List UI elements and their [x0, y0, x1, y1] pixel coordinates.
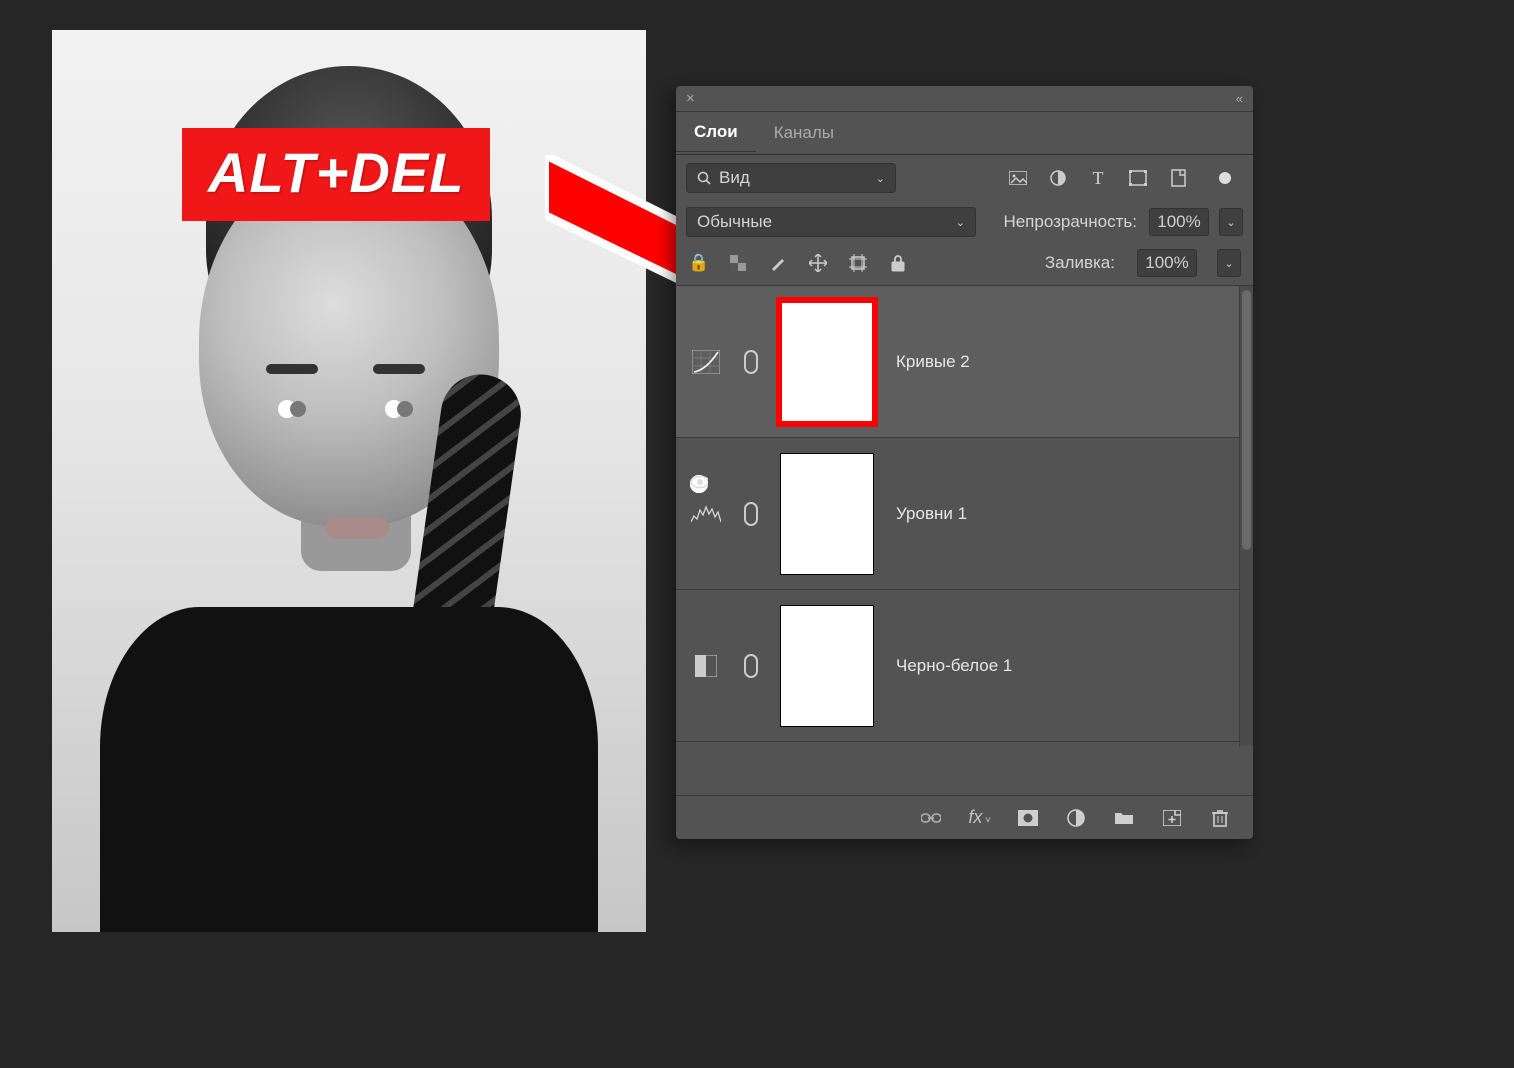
lock-all-icon[interactable] [887, 252, 909, 274]
mask-link-icon[interactable] [744, 654, 758, 678]
blend-mode-select[interactable]: Обычные ⌄ [686, 207, 976, 237]
bw-adjustment-icon[interactable] [690, 652, 722, 680]
new-adjustment-icon[interactable] [1065, 807, 1087, 829]
levels-adjustment-icon[interactable] [690, 500, 722, 528]
close-icon[interactable]: × [686, 90, 695, 107]
layers-panel: × « Слои Каналы Вид ⌄ T Обычные ⌄ [676, 86, 1253, 839]
layers-panel-footer: fx ˅ [676, 795, 1253, 839]
mask-link-icon[interactable] [744, 502, 758, 526]
chevron-down-icon: ⌄ [956, 216, 965, 229]
lock-label: 🔒 [688, 253, 709, 273]
opacity-value[interactable]: 100% [1149, 208, 1209, 236]
layer-row[interactable]: Кривые 2 [676, 286, 1253, 438]
filter-text-icon[interactable]: T [1087, 167, 1109, 189]
filter-pixel-icon[interactable] [1007, 167, 1029, 189]
lock-brush-icon[interactable] [767, 252, 789, 274]
layer-name[interactable]: Кривые 2 [896, 352, 970, 372]
lock-artboard-icon[interactable] [847, 252, 869, 274]
new-group-icon[interactable] [1113, 807, 1135, 829]
lock-pixels-icon[interactable] [727, 252, 749, 274]
delete-layer-icon[interactable] [1209, 807, 1231, 829]
layer-mask-thumbnail[interactable] [780, 301, 874, 423]
layer-filter-kind-label: Вид [719, 168, 750, 188]
panel-menu-icon[interactable] [1225, 122, 1253, 144]
filter-smart-icon[interactable] [1167, 167, 1189, 189]
filter-toggle[interactable] [1219, 172, 1231, 184]
fill-value[interactable]: 100% [1137, 249, 1197, 277]
layer-name[interactable]: Уровни 1 [896, 504, 967, 524]
layer-row[interactable]: Уровни 1 [676, 438, 1253, 590]
layer-list: Кривые 2 Уровни 1 Черно-белое 1 [676, 286, 1253, 746]
curves-adjustment-icon[interactable] [690, 348, 722, 376]
layer-fx-icon[interactable]: fx ˅ [968, 807, 991, 828]
layer-mask-thumbnail[interactable] [780, 453, 874, 575]
layer-name[interactable]: Черно-белое 1 [896, 656, 1012, 676]
layer-filter-kind-select[interactable]: Вид ⌄ [686, 163, 896, 193]
visibility-eye-icon[interactable] [690, 475, 708, 493]
layer-mask-thumbnail[interactable] [780, 605, 874, 727]
add-mask-icon[interactable] [1017, 807, 1039, 829]
blend-mode-label: Обычные [697, 212, 772, 232]
fill-stepper[interactable]: ⌄ [1217, 249, 1241, 277]
filter-shape-icon[interactable] [1127, 167, 1149, 189]
filter-adjust-icon[interactable] [1047, 167, 1069, 189]
opacity-label: Непрозрачность: [1003, 212, 1137, 232]
layers-scrollbar[interactable] [1239, 286, 1253, 746]
lock-position-icon[interactable] [807, 252, 829, 274]
new-layer-icon[interactable] [1161, 807, 1183, 829]
search-icon [697, 171, 711, 185]
mask-link-icon[interactable] [744, 350, 758, 374]
collapse-icon[interactable]: « [1236, 91, 1243, 106]
link-layers-icon[interactable] [920, 807, 942, 829]
chevron-down-icon: ⌄ [876, 172, 885, 185]
fill-label: Заливка: [1045, 253, 1115, 273]
opacity-stepper[interactable]: ⌄ [1219, 208, 1243, 236]
shortcut-badge: ALT+DEL [182, 128, 490, 221]
tab-layers[interactable]: Слои [676, 112, 756, 154]
tab-channels[interactable]: Каналы [756, 113, 852, 153]
layer-row[interactable]: Черно-белое 1 [676, 590, 1253, 742]
